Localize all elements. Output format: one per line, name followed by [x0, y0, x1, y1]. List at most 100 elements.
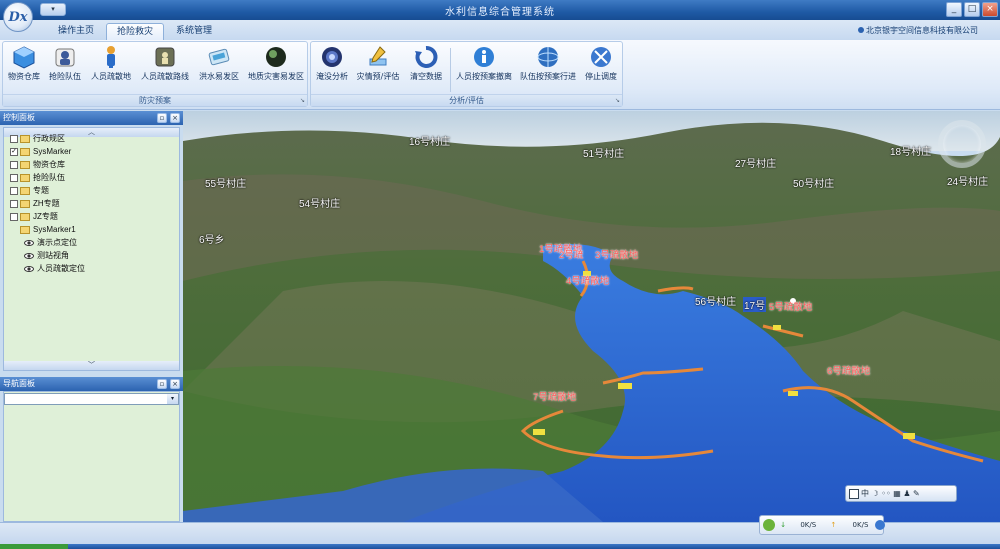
maximize-button[interactable]: □	[964, 2, 980, 17]
tree-node[interactable]: 行政规区	[10, 132, 65, 145]
tree-node-label: 抢险队伍	[33, 173, 65, 182]
map-toolbar-icons[interactable]: 中 ☽ ◦◦ ▦ ♟ ✎	[861, 489, 920, 498]
tab-system[interactable]: 系统管理	[166, 23, 222, 40]
nav-panel-header: 导航面板 ▫ ×	[0, 377, 183, 391]
checkbox[interactable]	[10, 199, 18, 208]
control-panel-title: 控制面板	[3, 113, 35, 122]
flood-prone-area-button[interactable]: 洪水易发区	[195, 43, 243, 93]
checkbox[interactable]	[10, 186, 18, 195]
personnel-evacuate-button[interactable]: 人员按预案撤离	[453, 43, 515, 93]
window-title: 水利信息综合管理系统	[445, 7, 555, 18]
window-controls: _ □ ×	[946, 2, 998, 17]
stop-dispatch-button[interactable]: 停止调度	[581, 43, 621, 93]
ie-icon	[874, 520, 885, 530]
evacuation-site-button[interactable]: 人员疏散地	[87, 43, 135, 93]
group-launcher-icon[interactable]: ↘	[615, 97, 620, 104]
terrain-render	[183, 111, 1000, 522]
checkbox[interactable]	[10, 173, 18, 182]
checkbox[interactable]: ✓	[10, 147, 18, 156]
map-toolbar-icon[interactable]	[849, 488, 859, 499]
map-toolbar[interactable]: 中 ☽ ◦◦ ▦ ♟ ✎	[845, 485, 957, 502]
geo-hazard-area-button[interactable]: 地质灾害易发区	[245, 43, 307, 93]
pin-icon[interactable]: ▫	[157, 113, 167, 123]
nav-combo-select[interactable]: ▾	[4, 393, 179, 405]
tree-scroll-down[interactable]: ﹀	[4, 361, 179, 370]
tree-node[interactable]: 物资仓库	[10, 158, 65, 171]
tree-node[interactable]: 演示点定位	[24, 236, 77, 249]
tab-rescue[interactable]: 抢险救灾	[106, 23, 165, 40]
clear-data-button[interactable]: 清空数据	[405, 43, 447, 93]
close-icon[interactable]: ×	[170, 113, 180, 123]
close-button[interactable]: ×	[982, 2, 998, 17]
village-label: 51号村庄	[583, 149, 625, 160]
tree-node[interactable]: JZ专题	[10, 210, 58, 223]
minimize-button[interactable]: _	[946, 2, 962, 17]
disaster-assess-label: 灾情预/评估	[356, 72, 400, 81]
ribbon-group-prevention: 物资仓库 抢险队伍 人员疏散地 人员疏散路线 洪水易发区 地质灾害易发区 防灾预…	[2, 41, 308, 107]
company-label: 北京银宇空间信息科技有限公司	[866, 26, 978, 35]
evacuation-site-icon	[107, 46, 115, 68]
folder-icon	[20, 186, 30, 195]
village-label: 56号村庄	[695, 297, 737, 308]
tree-node[interactable]: SysMarker1	[20, 223, 76, 236]
upload-arrow-icon: ↑	[830, 521, 837, 529]
tree-node-label: SysMarker1	[33, 225, 76, 234]
chevron-down-icon[interactable]: ▾	[167, 394, 178, 404]
compass-control[interactable]	[938, 120, 986, 168]
tree-node[interactable]: 专题	[10, 184, 49, 197]
disaster-assess-button[interactable]: 灾情预/评估	[353, 43, 403, 93]
evac-site-label: 2号疏	[559, 250, 584, 261]
network-icon	[763, 519, 775, 531]
folder-icon	[20, 173, 30, 182]
village-label: 24号村庄	[947, 177, 989, 188]
village-label: 50号村庄	[793, 179, 835, 190]
ribbon-group-label: 防灾预案	[3, 94, 307, 106]
inundation-analysis-button[interactable]: 淹没分析	[313, 43, 351, 93]
download-speed: 0K/S	[800, 521, 817, 529]
team-advance-button[interactable]: 队伍按预案行进	[517, 43, 579, 93]
village-label: 54号村庄	[299, 199, 341, 210]
warehouse-button[interactable]: 物资仓库	[5, 43, 43, 93]
group-launcher-icon[interactable]: ↘	[300, 97, 305, 104]
tree-node-label: 行政规区	[33, 134, 65, 143]
evac-site-label: 6号疏散地	[827, 366, 871, 377]
ribbon-group-analysis: 淹没分析 灾情预/评估 清空数据 人员按预案撤离 队伍按预案行进 停止调度 分析…	[310, 41, 623, 107]
upload-speed: 0K/S	[852, 521, 869, 529]
rescue-team-icon	[55, 48, 75, 67]
evacuation-route-button[interactable]: 人员疏散路线	[137, 43, 193, 93]
rescue-team-label: 抢险队伍	[49, 72, 81, 81]
evac-site-label: 4号疏散地	[566, 276, 610, 287]
app-logo[interactable]: Dx	[3, 2, 33, 32]
nav-panel-title: 导航面板	[3, 379, 35, 388]
checkbox[interactable]	[10, 160, 18, 169]
tab-home[interactable]: 操作主页	[48, 23, 104, 40]
warehouse-label: 物资仓库	[8, 72, 40, 81]
folder-icon	[20, 147, 30, 156]
ribbon-tabs: 操作主页 抢险救灾 系统管理 北京银宇空间信息科技有限公司	[0, 20, 1000, 40]
tree-node[interactable]: ZH专题	[10, 197, 60, 210]
rescue-team-button[interactable]: 抢险队伍	[45, 43, 85, 93]
evac-site-label: 5号疏散地	[769, 302, 813, 313]
tree-node[interactable]: ✓ SysMarker	[10, 145, 71, 158]
start-button[interactable]	[0, 544, 68, 549]
tree-node-label: 专题	[33, 186, 49, 195]
tree-node[interactable]: 测站视角	[24, 249, 69, 262]
folder-icon	[20, 199, 30, 208]
stop-dispatch-icon	[591, 47, 611, 67]
team-advance-label: 队伍按预案行进	[520, 72, 576, 81]
evac-site-label: 7号疏散地	[533, 392, 577, 403]
map-3d-view[interactable]: 16号村庄 51号村庄 55号村庄 27号村庄 18号村庄 50号村庄 24号村…	[183, 111, 1000, 522]
evacuation-route-icon	[155, 47, 175, 67]
pin-icon[interactable]: ▫	[157, 379, 167, 389]
disaster-assess-icon	[369, 46, 387, 66]
tree-node[interactable]: 抢险队伍	[10, 171, 65, 184]
personnel-evacuate-icon	[474, 47, 494, 67]
company-icon	[858, 27, 864, 33]
tree-node[interactable]: 人员疏散定位	[24, 262, 85, 275]
close-icon[interactable]: ×	[170, 379, 180, 389]
checkbox[interactable]	[10, 212, 18, 221]
checkbox[interactable]	[10, 134, 18, 143]
control-panel: 控制面板 ▫ × ︿ 行政规区 ✓ SysMarker 物资仓库 抢险队伍 专题 …	[0, 111, 183, 375]
geo-hazard-area-label: 地质灾害易发区	[248, 72, 304, 81]
tree-node-label: 人员疏散定位	[37, 264, 85, 273]
